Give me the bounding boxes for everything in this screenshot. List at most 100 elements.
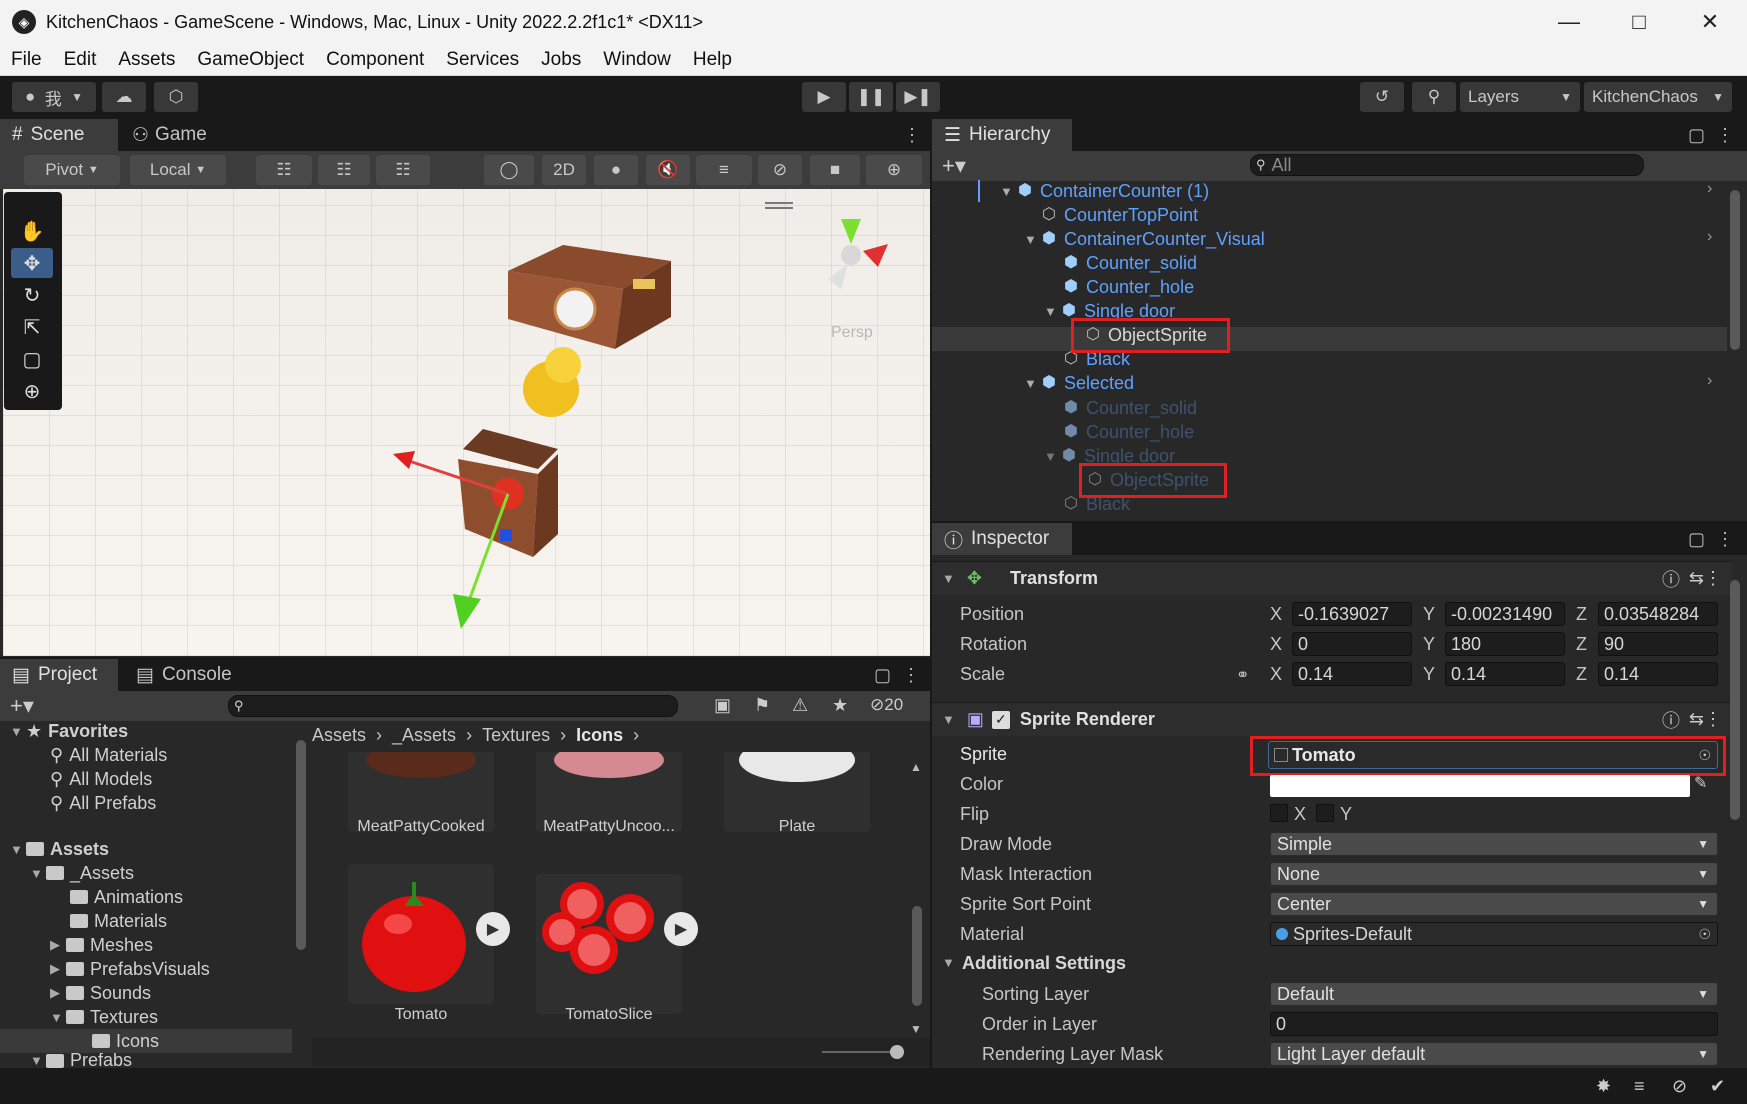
layers-dropdown[interactable]: Layers ▼ [1460,82,1580,112]
services-button[interactable]: ⬡ [154,82,198,112]
expand-arrow-icon[interactable]: ▼ [30,1053,46,1068]
menu-window[interactable]: Window [592,49,682,71]
play-icon[interactable]: ▶ [476,912,510,946]
color-swatch[interactable] [1270,775,1690,797]
more-icon[interactable]: ⋮ [1716,125,1734,146]
expand-arrow-icon[interactable]: ▼ [10,724,26,739]
lock-icon[interactable]: ▢ [1688,125,1705,146]
search-button[interactable]: ⚲ [1412,82,1456,112]
tomato-slice-thumbnail[interactable] [536,874,682,1014]
enabled-checkbox[interactable]: ✓ [991,710,1010,729]
mode-2d-button[interactable]: 2D [542,155,586,185]
add-icon[interactable]: +▾ [10,693,34,719]
menu-services[interactable]: Services [435,49,530,71]
rect-tool-icon[interactable]: ▢ [11,344,53,374]
link-icon[interactable]: ⚭ [1236,665,1249,685]
assets-root[interactable]: ▼ Assets [10,837,109,861]
order-in-layer-field[interactable]: 0 [1270,1012,1718,1036]
hierarchy-search-input[interactable]: ⚲ All [1250,154,1644,176]
expand-arrow-icon[interactable]: ▶ [50,937,66,953]
material-object-field[interactable]: Sprites-Default ☉ [1270,922,1718,946]
expand-arrow-icon[interactable]: ▼ [10,842,26,857]
expand-arrow-icon[interactable]: ▼ [50,1010,66,1025]
minimize-icon[interactable]: — [1534,0,1604,44]
help-icon[interactable]: ⓘ [1662,707,1680,733]
bug-icon[interactable]: ✸ [1596,1076,1611,1097]
tab-hierarchy[interactable]: ☰ Hierarchy [932,119,1072,151]
expand-arrow-icon[interactable]: ▼ [30,866,46,881]
tree-scrollbar[interactable] [296,740,306,950]
additional-settings-label[interactable]: Additional Settings [962,953,1126,974]
menu-file[interactable]: File [0,49,53,71]
tab-inspector[interactable]: ⓘ Inspector [932,523,1072,555]
breadcrumb-item[interactable]: Textures [482,725,550,746]
scene-viewport[interactable]: Persp [3,189,930,656]
rotate-tool-icon[interactable]: ↻ [11,280,53,310]
hierarchy-row[interactable]: ▼ ⬢ Selected [1024,371,1134,395]
foldout-arrow-icon[interactable]: ▼ [942,955,955,970]
folder-row-selected[interactable]: Icons [92,1029,159,1053]
folder-row[interactable]: ▼ Prefabs [30,1053,132,1068]
folder-row[interactable]: ▶ Meshes [50,933,153,957]
lock-icon[interactable]: ▢ [874,665,891,686]
more-icon[interactable]: ⋮ [902,665,920,686]
close-icon[interactable]: ✕ [1675,0,1745,44]
folder-row[interactable]: ▼ _Assets [30,861,134,885]
help-icon[interactable]: ⓘ [1662,566,1680,592]
add-icon[interactable]: +▾ [942,153,966,179]
more-icon[interactable]: ⋮ [903,125,921,146]
project-search-input[interactable]: ⚲ [228,695,678,717]
maximize-icon[interactable]: □ [1604,0,1674,44]
menu-gameobject[interactable]: GameObject [186,49,315,71]
hierarchy-row[interactable]: ⬢ Counter_solid [1062,396,1197,420]
position-z-field[interactable]: 0.03548284 [1598,602,1718,626]
presets-icon[interactable]: ⇆ [1689,709,1704,730]
filter-type-icon[interactable]: ▣ [714,695,731,716]
menu-component[interactable]: Component [315,49,435,71]
hierarchy-row[interactable]: ⬡ CounterTopPoint [1040,203,1198,227]
position-y-field[interactable]: -0.00231490 [1445,602,1565,626]
rotation-x-field[interactable]: 0 [1292,632,1412,656]
gizmo-y-arrow[interactable] [453,594,481,629]
account-button[interactable]: ● 我 ▼ [12,82,96,112]
chevron-right-icon[interactable]: › [1707,372,1712,390]
position-x-field[interactable]: -0.1639027 [1292,602,1412,626]
play-button[interactable]: ▶ [802,82,846,112]
expand-arrow-icon[interactable]: ▶ [50,985,66,1001]
favorites-header[interactable]: ▼ ★ Favorites [10,719,128,743]
hidden-packages-button[interactable]: ⊘20 [870,695,903,715]
transform-tool-icon[interactable]: ⊕ [11,376,53,406]
flip-x-checkbox[interactable] [1270,804,1288,822]
mask-interaction-dropdown[interactable]: None ▼ [1270,862,1718,886]
scale-x-field[interactable]: 0.14 [1292,662,1412,686]
hand-tool-icon[interactable]: ✋ [11,216,53,246]
local-dropdown[interactable]: Local ▼ [130,155,226,185]
zoom-slider-track[interactable] [822,1051,898,1053]
menu-edit[interactable]: Edit [53,49,108,71]
breadcrumb-item[interactable]: _Assets [392,725,456,746]
sprite-renderer-header[interactable]: ▼ ▣ ✓ Sprite Renderer ⓘ ⇆ ⋮ [932,702,1732,736]
sorting-layer-dropdown[interactable]: Default ▼ [1270,982,1718,1006]
folder-row[interactable]: ▶ PrefabsVisuals [50,957,210,981]
pivot-dropdown[interactable]: Pivot ▼ [24,155,120,185]
visibility-button[interactable]: ⊘ [758,155,802,185]
grid-snap-button[interactable]: ☷ [256,155,312,185]
hierarchy-row[interactable]: ⬢ Counter_hole [1062,275,1194,299]
tab-game[interactable]: ⚇ Game [120,119,230,151]
favorite-item[interactable]: ⚲ All Materials [50,743,167,767]
layout-dropdown[interactable]: KitchenChaos ▼ [1584,82,1732,112]
play-icon[interactable]: ▶ [664,912,698,946]
expand-arrow-icon[interactable]: ▶ [50,961,66,977]
scroll-down-icon[interactable]: ▼ [910,1022,922,1036]
foldout-arrow-icon[interactable]: ▼ [942,712,955,727]
lighting-button[interactable]: ● [594,155,638,185]
cloud-button[interactable]: ☁ [102,82,146,112]
shading-mode-button[interactable]: ◯ [484,155,534,185]
expand-arrow-icon[interactable]: ▼ [1044,449,1060,464]
hierarchy-row[interactable]: ▼ ⬢ ContainerCounter_Visual [1024,227,1265,251]
pause-button[interactable]: ❚❚ [849,82,893,112]
folder-row[interactable]: ▶ Sounds [50,981,151,1005]
rotation-z-field[interactable]: 90 [1598,632,1718,656]
chevron-right-icon[interactable]: › [1707,228,1712,246]
transform-header[interactable]: ▼ ✥ Transform ⓘ ⇆ ⋮ [932,561,1732,595]
